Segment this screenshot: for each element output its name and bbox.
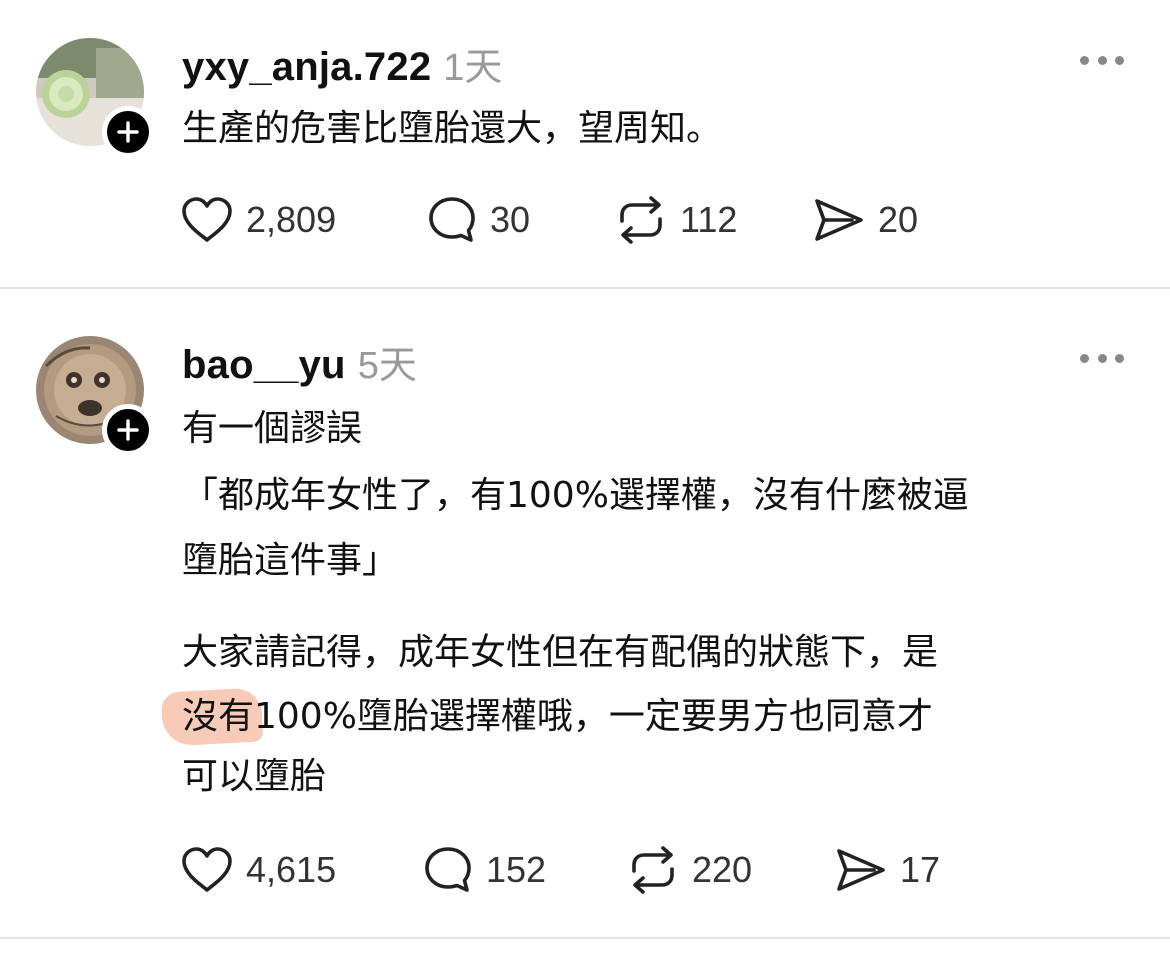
plus-icon <box>117 419 139 441</box>
reply-count: 30 <box>490 199 531 240</box>
like-button[interactable]: 4,615 <box>180 840 336 900</box>
post-text-line: 大家請記得，成年女性但在有配偶的狀態下，是 <box>182 632 939 673</box>
repost-count: 112 <box>680 199 738 240</box>
repost-button[interactable]: 220 <box>626 840 752 900</box>
post-text: 生產的危害比墮胎還大，望周知。 <box>182 108 723 149</box>
comment-bubble-icon <box>429 197 475 242</box>
repost-arrows-icon <box>632 846 674 894</box>
divider <box>0 287 1170 289</box>
reply-button[interactable]: 152 <box>422 840 546 900</box>
heart-icon <box>182 197 232 242</box>
avatar-container[interactable] <box>36 38 154 158</box>
follow-button[interactable] <box>102 404 154 456</box>
repost-button[interactable]: 112 <box>614 190 737 250</box>
post-text-line: 「都成年女性了，有100%選擇權，沒有什麼被逼 <box>182 475 969 516</box>
reply-count: 152 <box>486 849 547 890</box>
share-button[interactable]: 20 <box>812 190 918 250</box>
share-button[interactable]: 17 <box>834 840 940 900</box>
share-count: 17 <box>900 849 941 890</box>
post-text-line: 墮胎這件事」 <box>182 540 399 581</box>
timestamp: 1天 <box>443 47 503 89</box>
like-count: 4,615 <box>246 849 337 890</box>
like-button[interactable]: 2,809 <box>180 190 336 250</box>
avatar-container[interactable] <box>36 336 154 456</box>
timestamp: 5天 <box>357 345 417 387</box>
send-paper-plane-icon <box>815 199 863 241</box>
post-text-line: 可以墮胎 <box>182 756 327 797</box>
post-card: yxy_anja.722 1天 生產的危害比墮胎還大，望周知。 2,809 30 <box>0 0 1170 288</box>
username[interactable]: bao__yu <box>182 343 346 388</box>
comment-bubble-icon <box>425 847 471 892</box>
post-text-line: 沒有100%墮胎選擇權哦，一定要男方也同意才 <box>182 696 933 737</box>
more-dots-icon[interactable] <box>1080 348 1124 368</box>
username[interactable]: yxy_anja.722 <box>182 45 431 90</box>
repost-arrows-icon <box>620 196 662 244</box>
post-card: bao__yu 5天 有一個謬誤 「都成年女性了，有100%選擇權，沒有什麼被逼… <box>0 290 1170 940</box>
plus-icon <box>117 121 139 143</box>
post-text-line: 有一個謬誤 <box>182 408 363 449</box>
send-paper-plane-icon <box>837 849 885 891</box>
repost-count: 220 <box>692 849 753 890</box>
share-count: 20 <box>878 199 919 240</box>
heart-icon <box>182 847 232 892</box>
post-header: bao__yu 5天 <box>182 334 417 387</box>
post-header: yxy_anja.722 1天 <box>182 36 502 89</box>
follow-button[interactable] <box>102 106 154 158</box>
divider <box>0 937 1170 939</box>
like-count: 2,809 <box>246 199 337 240</box>
reply-button[interactable]: 30 <box>426 190 530 250</box>
more-dots-icon[interactable] <box>1080 50 1124 70</box>
